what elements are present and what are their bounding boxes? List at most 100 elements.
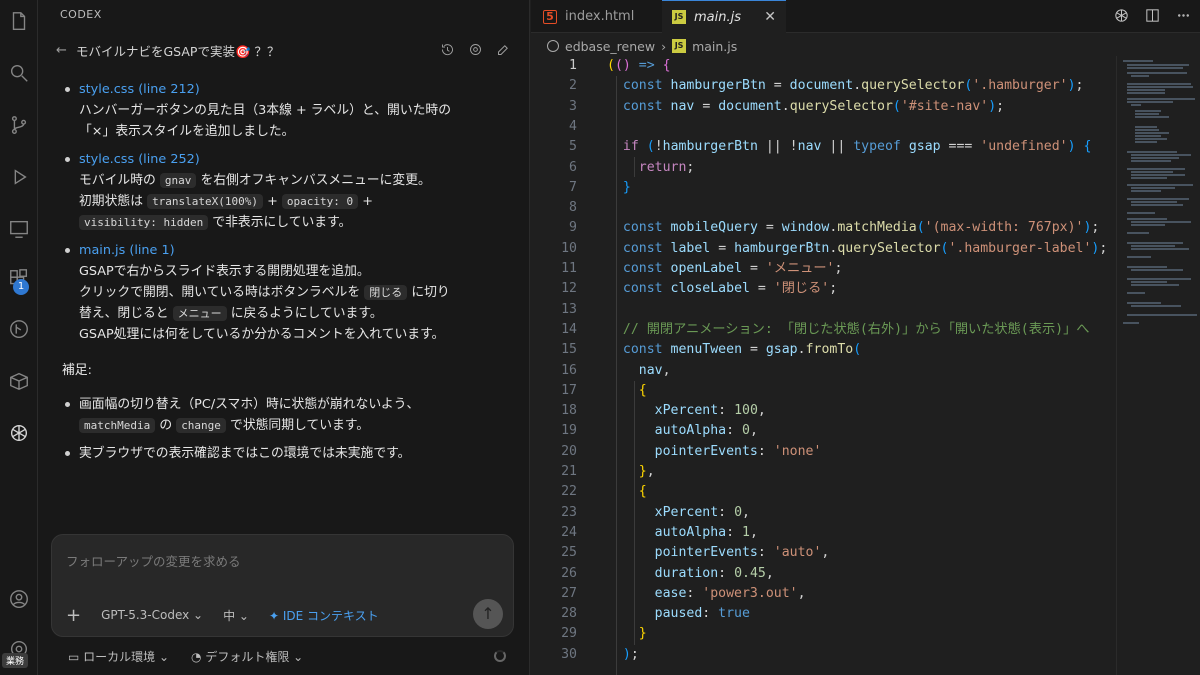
remote-explorer-icon[interactable] bbox=[7, 217, 31, 241]
code-text: xPercent: 100, bbox=[654, 403, 766, 419]
line-number: 28 bbox=[561, 606, 577, 622]
code-line: 18 xPercent: 100, bbox=[531, 401, 1116, 421]
effort-selector[interactable]: 中 ⌄ bbox=[223, 607, 249, 624]
minimap-line bbox=[1131, 224, 1165, 226]
codex-icon[interactable] bbox=[7, 421, 31, 445]
item-text: 「×」表示スタイルを追加しました。 bbox=[79, 124, 295, 139]
code-line: 3 const nav = document.querySelector('#s… bbox=[531, 97, 1116, 117]
local-env-selector[interactable]: ▭ ローカル環境 ⌄ bbox=[68, 648, 169, 665]
code-text: { bbox=[638, 382, 647, 398]
chat-footer: ▭ ローカル環境 ⌄ ◔ デフォルト権限 ⌄ bbox=[68, 648, 303, 665]
file-link[interactable]: style.css (line 212) bbox=[79, 82, 200, 97]
new-chat-icon[interactable] bbox=[494, 40, 512, 58]
code-line: 10 const label = hamburgerBtn.querySelec… bbox=[531, 239, 1116, 259]
item-text: モバイル時の bbox=[79, 173, 156, 188]
tab-label: index.html bbox=[565, 9, 635, 24]
breadcrumb: edbase_renew › JS main.js bbox=[547, 37, 737, 55]
inline-code: メニュー bbox=[172, 306, 227, 321]
tab-index-html[interactable]: 5 index.html bbox=[531, 0, 661, 33]
line-number: 22 bbox=[561, 484, 577, 500]
chat-title-row: ← モバイルナビをGSAPで実装🎯 ？？ bbox=[56, 40, 512, 60]
followup-input-box[interactable]: フォローアップの変更を求める + GPT-5.3-Codex ⌄ 中 ⌄ ✦ I… bbox=[51, 534, 514, 637]
item-text: GSAP処理には何をしているか分かるコメントを入れています。 bbox=[79, 327, 445, 342]
minimap-line bbox=[1131, 190, 1161, 192]
line-number: 16 bbox=[561, 362, 577, 378]
breadcrumb-file[interactable]: main.js bbox=[692, 39, 737, 54]
explorer-icon[interactable] bbox=[7, 9, 31, 33]
minimap-line bbox=[1135, 141, 1157, 143]
account-icon[interactable] bbox=[7, 587, 31, 611]
split-editor-icon[interactable] bbox=[1144, 7, 1161, 28]
tab-main-js[interactable]: JS main.js ✕ bbox=[662, 0, 786, 33]
code-text: const label = hamburgerBtn.querySelector… bbox=[622, 240, 1108, 256]
back-arrow-icon[interactable]: ← bbox=[56, 43, 72, 58]
code-line: 13 bbox=[531, 300, 1116, 320]
code-line: 11 const openLabel = 'メニュー'; bbox=[531, 259, 1116, 279]
line-number: 20 bbox=[561, 443, 577, 459]
inline-code: change bbox=[176, 418, 226, 433]
code-text: const menuTween = gsap.fromTo( bbox=[622, 342, 862, 358]
minimap-line bbox=[1127, 232, 1149, 234]
ide-context-toggle[interactable]: ✦ IDE コンテキスト bbox=[269, 607, 379, 624]
chat-title: モバイルナビをGSAPで実装🎯 ？？ bbox=[76, 43, 280, 59]
add-attachment-icon[interactable]: + bbox=[66, 605, 81, 626]
minimap-line bbox=[1131, 157, 1179, 159]
more-actions-icon[interactable] bbox=[1175, 7, 1192, 28]
item-text: ハンバーガーボタンの見た目（3本線 + ラベル）と、開いた時の bbox=[79, 103, 452, 118]
line-number: 9 bbox=[569, 220, 577, 236]
minimap[interactable] bbox=[1116, 56, 1200, 675]
model-selector[interactable]: GPT-5.3-Codex ⌄ bbox=[101, 608, 203, 622]
code-text: autoAlpha: 1, bbox=[654, 524, 758, 540]
send-button[interactable]: ↑ bbox=[473, 599, 503, 629]
code-text: // 開閉アニメーション: 「閉じた状態(右外)」から「開いた状態(表示)」へ bbox=[622, 321, 1090, 337]
code-text: ease: 'power3.out', bbox=[654, 585, 806, 601]
minimap-line bbox=[1127, 292, 1145, 294]
line-number: 26 bbox=[561, 565, 577, 581]
minimap-line bbox=[1131, 201, 1177, 203]
followup-input[interactable]: フォローアップの変更を求める bbox=[66, 551, 241, 570]
list-item: style.css (line 212) ハンバーガーボタンの見た目（3本線 +… bbox=[62, 79, 507, 142]
code-line: 27 ease: 'power3.out', bbox=[531, 584, 1116, 604]
minimap-line bbox=[1131, 104, 1141, 106]
codex-open-icon[interactable] bbox=[1113, 7, 1130, 28]
breadcrumb-root[interactable]: edbase_renew bbox=[565, 39, 655, 54]
profile-tag: 業務 bbox=[2, 653, 29, 668]
item-text: 初期状態は bbox=[79, 194, 143, 209]
code-line: 7 } bbox=[531, 178, 1116, 198]
code-text: const hamburgerBtn = document.querySelec… bbox=[622, 78, 1084, 94]
minimap-line bbox=[1135, 129, 1159, 131]
inline-code: visibility: hidden bbox=[79, 215, 209, 230]
minimap-line bbox=[1131, 284, 1179, 286]
code-area[interactable]: 1 (() => { 2 const hamburgerBtn = documen… bbox=[531, 56, 1116, 675]
ide-context-label: IDE コンテキスト bbox=[282, 608, 379, 623]
code-text: const mobileQuery = window.matchMedia('(… bbox=[622, 220, 1100, 236]
minimap-line bbox=[1135, 116, 1169, 118]
minimap-line bbox=[1131, 248, 1189, 250]
history-icon[interactable] bbox=[438, 40, 456, 58]
line-number: 17 bbox=[561, 382, 577, 398]
chat-header-actions bbox=[438, 40, 512, 58]
minimap-line bbox=[1127, 151, 1177, 153]
minimap-line bbox=[1127, 86, 1193, 88]
list-item: style.css (line 252) モバイル時の gnav を右側オフキャ… bbox=[62, 149, 507, 233]
file-link[interactable]: style.css (line 252) bbox=[79, 152, 200, 167]
line-number: 25 bbox=[561, 545, 577, 561]
package-icon[interactable] bbox=[7, 369, 31, 393]
supplement-label: 補足: bbox=[62, 363, 92, 378]
settings-icon[interactable] bbox=[466, 40, 484, 58]
permission-selector[interactable]: ◔ デフォルト権限 ⌄ bbox=[191, 648, 303, 665]
code-line: 6 return; bbox=[531, 158, 1116, 178]
run-debug-icon[interactable] bbox=[7, 165, 31, 189]
minimap-line bbox=[1127, 302, 1161, 304]
minimap-line bbox=[1127, 218, 1167, 220]
notes-message: 画面幅の切り替え（PC/スマホ）時に状態が崩れないよう、 matchMedia … bbox=[62, 394, 507, 471]
minimap-line bbox=[1127, 72, 1187, 74]
git-graph-icon[interactable] bbox=[7, 317, 31, 341]
file-link[interactable]: main.js (line 1) bbox=[79, 243, 175, 258]
line-number: 27 bbox=[561, 585, 577, 601]
close-icon[interactable]: ✕ bbox=[764, 9, 776, 25]
source-control-icon[interactable] bbox=[7, 113, 31, 137]
search-icon[interactable] bbox=[7, 61, 31, 85]
code-line: 24 autoAlpha: 1, bbox=[531, 523, 1116, 543]
line-number: 30 bbox=[561, 646, 577, 662]
